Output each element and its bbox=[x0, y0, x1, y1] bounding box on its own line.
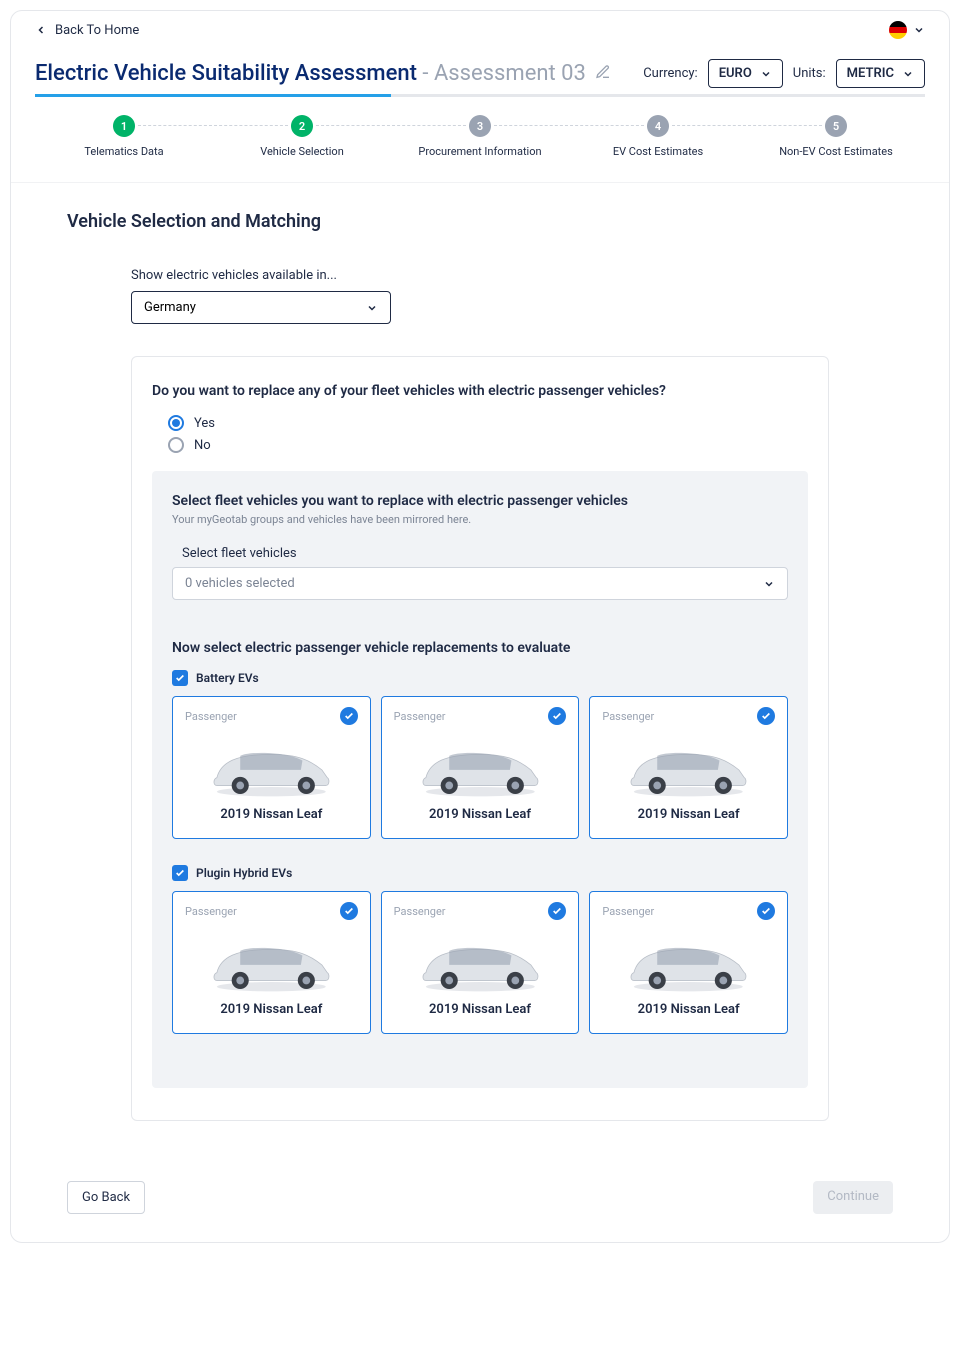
availability-region-select[interactable]: Germany bbox=[131, 291, 391, 324]
vehicle-card-check[interactable] bbox=[340, 902, 358, 920]
continue-button[interactable]: Continue bbox=[813, 1181, 893, 1214]
step-number-badge: 3 bbox=[469, 115, 491, 137]
step-label: EV Cost Estimates bbox=[613, 145, 703, 158]
vehicle-card-check[interactable] bbox=[757, 707, 775, 725]
header-progress-bar bbox=[35, 94, 925, 97]
radio-no-label: No bbox=[194, 438, 211, 453]
currency-value: EURO bbox=[719, 66, 752, 81]
vehicle-card-name: 2019 Nissan Leaf bbox=[394, 1002, 567, 1017]
vehicle-card-tag: Passenger bbox=[602, 710, 654, 723]
page-subtitle: - Assessment 03 bbox=[422, 61, 585, 86]
car-illustration bbox=[394, 926, 567, 996]
units-value: METRIC bbox=[847, 66, 894, 81]
chevron-down-icon bbox=[760, 68, 772, 80]
vehicle-card-name: 2019 Nissan Leaf bbox=[185, 807, 358, 822]
replace-question: Do you want to replace any of your fleet… bbox=[152, 383, 808, 399]
step-number-badge: 4 bbox=[647, 115, 669, 137]
select-fleet-heading: Select fleet vehicles you want to replac… bbox=[172, 493, 788, 509]
chevron-down-icon bbox=[763, 578, 775, 590]
vehicle-card[interactable]: Passenger 2019 Nissan Leaf bbox=[589, 891, 788, 1034]
availability-value: Germany bbox=[144, 300, 196, 315]
vehicle-card-name: 2019 Nissan Leaf bbox=[602, 807, 775, 822]
vehicle-card-tag: Passenger bbox=[185, 905, 237, 918]
stepper-step[interactable]: 1 Telematics Data bbox=[35, 115, 213, 158]
radio-no-indicator bbox=[168, 437, 184, 453]
stepper-step[interactable]: 4 EV Cost Estimates bbox=[569, 115, 747, 158]
select-fleet-note: Your myGeotab groups and vehicles have b… bbox=[172, 513, 788, 526]
radio-yes-label: Yes bbox=[194, 416, 215, 431]
back-to-home-link[interactable]: Back To Home bbox=[35, 23, 139, 38]
stepper-step[interactable]: 3 Procurement Information bbox=[391, 115, 569, 158]
vehicle-card[interactable]: Passenger 2019 Nissan Leaf bbox=[589, 696, 788, 839]
pencil-icon bbox=[595, 64, 611, 80]
check-icon bbox=[344, 906, 354, 916]
stepper-step[interactable]: 5 Non-EV Cost Estimates bbox=[747, 115, 925, 158]
go-back-button[interactable]: Go Back bbox=[67, 1181, 145, 1214]
vehicle-card-tag: Passenger bbox=[602, 905, 654, 918]
section-title: Vehicle Selection and Matching bbox=[67, 211, 949, 232]
car-illustration bbox=[185, 926, 358, 996]
step-label: Non-EV Cost Estimates bbox=[779, 145, 893, 158]
currency-label: Currency: bbox=[643, 66, 698, 81]
edit-title-button[interactable] bbox=[595, 61, 611, 86]
step-number-badge: 5 bbox=[825, 115, 847, 137]
car-illustration bbox=[185, 731, 358, 801]
car-illustration bbox=[602, 926, 775, 996]
step-number-badge: 1 bbox=[113, 115, 135, 137]
progress-stepper: 1 Telematics Data 2 Vehicle Selection 3 Procu… bbox=[11, 97, 949, 183]
vehicle-card-tag: Passenger bbox=[394, 710, 446, 723]
vehicle-card-tag: Passenger bbox=[185, 710, 237, 723]
category-label: Battery EVs bbox=[196, 671, 259, 685]
vehicle-card[interactable]: Passenger 2019 Nissan Leaf bbox=[381, 696, 580, 839]
vehicle-card-check[interactable] bbox=[548, 902, 566, 920]
vehicle-card-check[interactable] bbox=[340, 707, 358, 725]
radio-yes-indicator bbox=[168, 415, 184, 431]
check-icon bbox=[175, 868, 185, 878]
fleet-vehicle-value: 0 vehicles selected bbox=[185, 576, 295, 591]
check-icon bbox=[175, 673, 185, 683]
vehicle-card-name: 2019 Nissan Leaf bbox=[602, 1002, 775, 1017]
step-number-badge: 2 bbox=[291, 115, 313, 137]
availability-label: Show electric vehicles available in... bbox=[131, 268, 391, 283]
chevron-left-icon bbox=[35, 24, 47, 36]
vehicle-card[interactable]: Passenger 2019 Nissan Leaf bbox=[172, 696, 371, 839]
units-label: Units: bbox=[793, 66, 826, 81]
check-icon bbox=[552, 906, 562, 916]
germany-flag-icon bbox=[889, 21, 907, 39]
radio-no[interactable]: No bbox=[168, 437, 808, 453]
step-label: Procurement Information bbox=[418, 145, 541, 158]
currency-select[interactable]: EURO bbox=[708, 59, 783, 88]
stepper-step[interactable]: 2 Vehicle Selection bbox=[213, 115, 391, 158]
vehicle-card[interactable]: Passenger 2019 Nissan Leaf bbox=[172, 891, 371, 1034]
chevron-down-icon bbox=[366, 302, 378, 314]
radio-yes[interactable]: Yes bbox=[168, 415, 808, 431]
vehicle-card-name: 2019 Nissan Leaf bbox=[394, 807, 567, 822]
vehicle-card-check[interactable] bbox=[548, 707, 566, 725]
chevron-down-icon bbox=[913, 24, 925, 36]
vehicle-card[interactable]: Passenger 2019 Nissan Leaf bbox=[381, 891, 580, 1034]
step-label: Telematics Data bbox=[84, 145, 163, 158]
step-label: Vehicle Selection bbox=[260, 145, 344, 158]
units-select[interactable]: METRIC bbox=[836, 59, 925, 88]
select-fleet-label: Select fleet vehicles bbox=[182, 546, 788, 561]
category-label: Plugin Hybrid EVs bbox=[196, 866, 292, 880]
category-checkbox[interactable] bbox=[172, 865, 188, 881]
category-checkbox[interactable] bbox=[172, 670, 188, 686]
vehicle-card-name: 2019 Nissan Leaf bbox=[185, 1002, 358, 1017]
check-icon bbox=[761, 711, 771, 721]
check-icon bbox=[344, 711, 354, 721]
locale-selector[interactable] bbox=[889, 21, 925, 39]
chevron-down-icon bbox=[902, 68, 914, 80]
check-icon bbox=[552, 711, 562, 721]
car-illustration bbox=[394, 731, 567, 801]
evaluate-heading: Now select electric passenger vehicle re… bbox=[172, 640, 788, 656]
car-illustration bbox=[602, 731, 775, 801]
vehicle-card-tag: Passenger bbox=[394, 905, 446, 918]
fleet-vehicle-select[interactable]: 0 vehicles selected bbox=[172, 567, 788, 600]
vehicle-card-check[interactable] bbox=[757, 902, 775, 920]
back-label: Back To Home bbox=[55, 23, 139, 38]
check-icon bbox=[761, 906, 771, 916]
page-title: Electric Vehicle Suitability Assessment bbox=[35, 61, 417, 86]
